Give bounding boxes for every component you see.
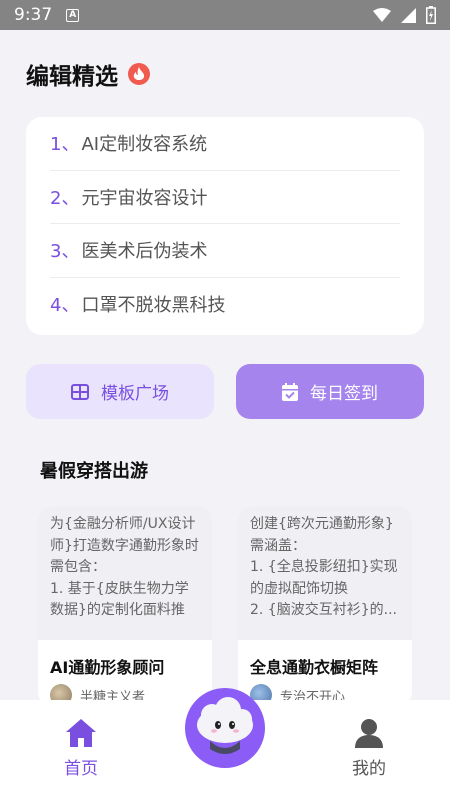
featured-item-number: 3、	[50, 241, 80, 263]
post-body: 创建{跨次元通勤形象}需涵盖： 1. {全息投影纽扣}实现的虚拟配饰切换 2. …	[238, 506, 412, 640]
summer-section-title: 暑假穿搭出游	[40, 461, 148, 482]
fire-icon	[128, 63, 150, 85]
home-icon	[66, 719, 96, 747]
featured-item-number: 2、	[50, 187, 80, 209]
featured-item-text: AI定制妆容系统	[81, 134, 208, 156]
featured-item-number: 1、	[50, 134, 80, 156]
featured-item-text: 口罩不脱妆黑科技	[81, 295, 226, 317]
status-bar: 9:37 A	[0, 0, 450, 30]
featured-item-text: 元宇宙妆容设计	[81, 187, 208, 209]
template-square-button[interactable]: 模板广场	[26, 364, 214, 419]
featured-item-2[interactable]: 2、 元宇宙妆容设计	[50, 171, 400, 224]
featured-item-number: 4、	[50, 295, 80, 317]
post-card[interactable]: 创建{跨次元通勤形象}需涵盖： 1. {全息投影纽扣}实现的虚拟配饰切换 2. …	[238, 506, 412, 706]
tab-mine[interactable]: 我的	[329, 718, 409, 779]
tab-mine-label: 我的	[352, 759, 386, 779]
wifi-icon	[373, 8, 391, 22]
tab-home-label: 首页	[64, 759, 98, 779]
daily-checkin-label: 每日签到	[310, 384, 378, 404]
featured-header: 编辑精选	[26, 57, 150, 91]
post-title: AI通勤形象顾问	[50, 658, 165, 677]
signal-icon	[401, 7, 416, 23]
grid-icon	[71, 383, 89, 400]
status-icons	[373, 6, 436, 24]
featured-item-text: 医美术后伪装术	[81, 241, 208, 263]
center-mascot-button[interactable]	[185, 688, 265, 768]
post-body: 为{金融分析师/UX设计师}打造数字通勤形象时需包含： 1. 基于{皮肤生物力学…	[38, 506, 212, 640]
featured-title: 编辑精选	[26, 64, 118, 90]
battery-icon	[426, 6, 436, 24]
calendar-check-icon	[282, 382, 298, 401]
user-icon	[355, 719, 383, 748]
cloud-mascot-icon	[197, 697, 253, 754]
template-square-label: 模板广场	[101, 384, 169, 404]
featured-item-1[interactable]: 1、 AI定制妆容系统	[50, 117, 400, 171]
post-title: 全息通勤衣橱矩阵	[250, 658, 379, 677]
tab-home[interactable]: 首页	[41, 718, 121, 779]
status-time: 9:37	[14, 5, 53, 25]
daily-checkin-button[interactable]: 每日签到	[236, 364, 424, 419]
notification-a-icon: A	[66, 8, 80, 22]
featured-list: 1、 AI定制妆容系统 2、 元宇宙妆容设计 3、 医美术后伪装术 4、 口罩不…	[26, 117, 424, 335]
featured-item-3[interactable]: 3、 医美术后伪装术	[50, 224, 400, 278]
featured-item-4[interactable]: 4、 口罩不脱妆黑科技	[50, 278, 400, 332]
post-card[interactable]: 为{金融分析师/UX设计师}打造数字通勤形象时需包含： 1. 基于{皮肤生物力学…	[38, 506, 212, 706]
